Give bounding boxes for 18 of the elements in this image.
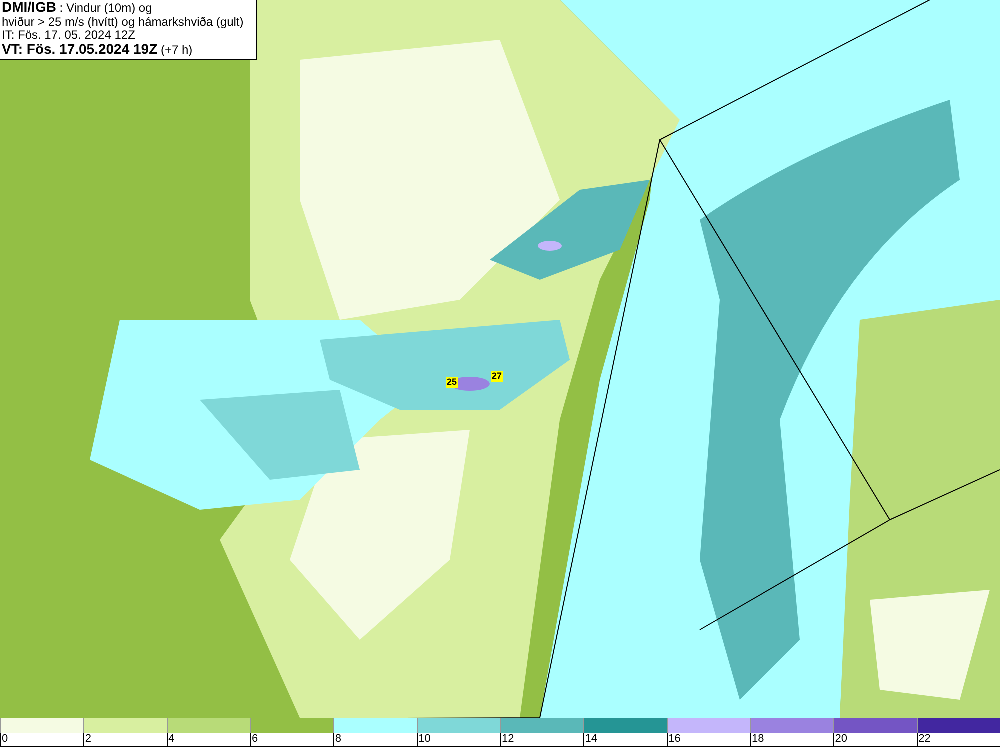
header-line: VT: Fös. 17.05.2024 19Z (+7 h)	[2, 42, 194, 57]
legend-tick-label: 18	[752, 733, 764, 745]
gust-label: 25	[446, 377, 458, 388]
legend-tick-label: 0	[2, 733, 8, 745]
legend-tick-label: 4	[168, 733, 175, 745]
legend-tick-label: 20	[835, 733, 848, 745]
legend-tick-label: 16	[668, 733, 681, 745]
legend-tick-label: 22	[918, 733, 931, 745]
legend-tick-label: 2	[85, 733, 92, 745]
legend-tick-label: 12	[502, 733, 514, 745]
legend-tick-label: 10	[418, 733, 431, 745]
legend-tick-label: 6	[252, 733, 258, 745]
header-line: DMI/IGB : Vindur (10m) og	[2, 1, 154, 16]
legend-tick-label: 14	[585, 733, 598, 745]
legend-tick-label: 8	[335, 733, 342, 745]
gust-label: 27	[491, 371, 504, 382]
header-line: hviður > 25 m/s (hvítt) og hámarkshviða (gult)	[2, 16, 245, 29]
header-line: IT: Fös. 17. 05. 2024 12Z	[2, 29, 136, 42]
